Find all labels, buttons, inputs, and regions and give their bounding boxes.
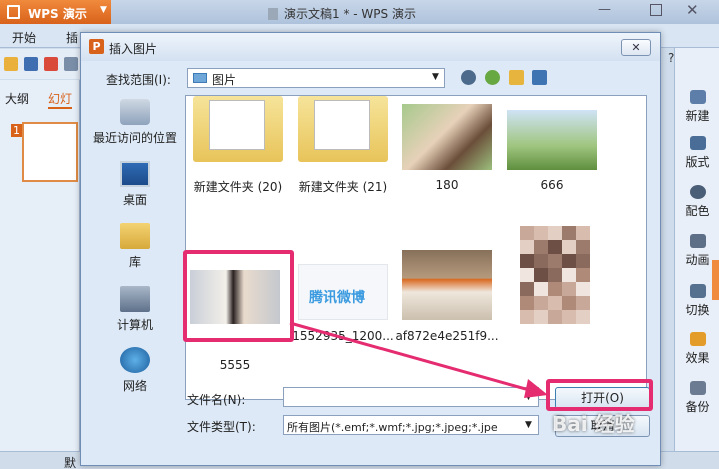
wps-presentation-window: WPS 演示 ▼ 演示文稿1 * - WPS 演示 — ✕ 开始 插 ?· 大纲… [0, 0, 719, 469]
baidu-watermark: Bai 经验 [552, 412, 635, 436]
annotation-arrow [289, 321, 548, 398]
